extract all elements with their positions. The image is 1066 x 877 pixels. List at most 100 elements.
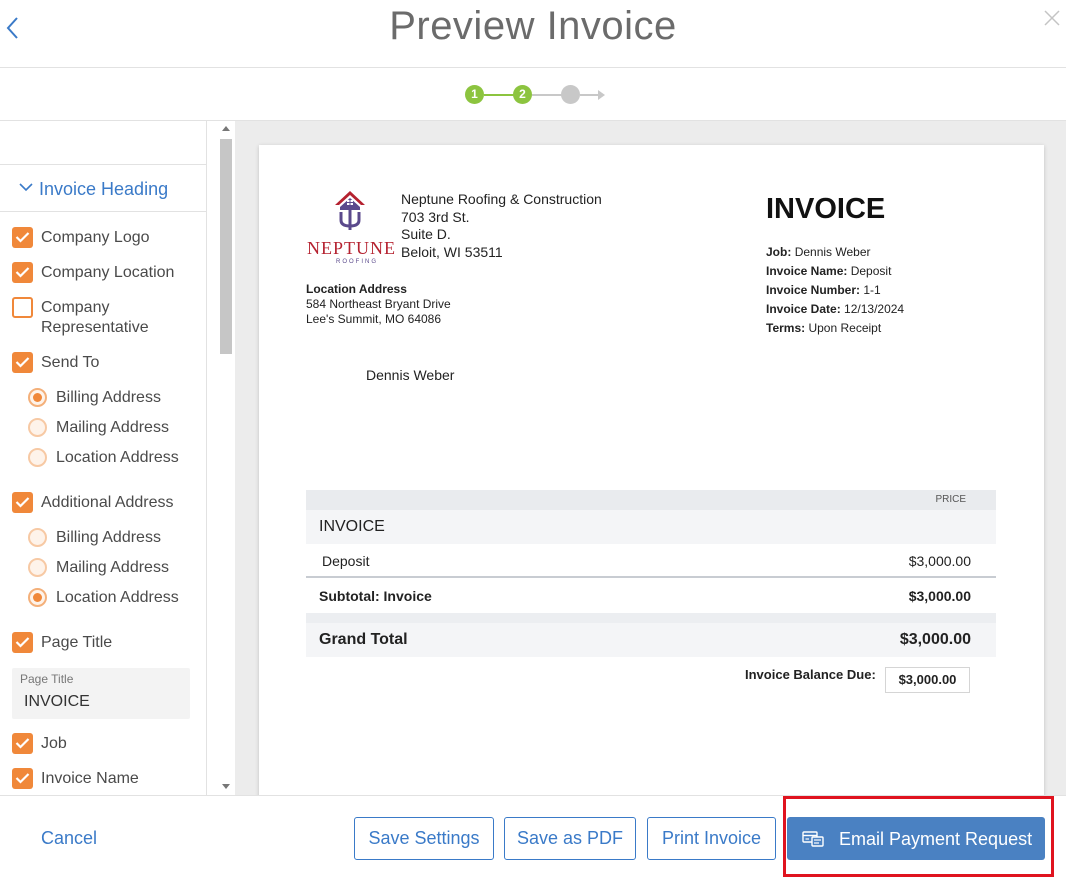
company-logo: NEPTUNE ROOFING	[306, 190, 396, 265]
payment-card-icon	[802, 831, 824, 847]
checkbox-checked[interactable]	[12, 227, 33, 248]
scrollbar-thumb[interactable]	[220, 139, 232, 354]
radio-selected[interactable]	[28, 388, 47, 407]
save-as-pdf-button[interactable]: Save as PDF	[504, 817, 636, 860]
location-address-label: Location Address	[306, 282, 407, 296]
print-invoice-button[interactable]: Print Invoice	[647, 817, 776, 860]
radio-unselected[interactable]	[28, 418, 47, 437]
company-name: Neptune Roofing & Construction	[401, 191, 602, 207]
logo-wordmark: NEPTUNE	[307, 238, 396, 258]
scroll-down-arrow-icon[interactable]	[222, 784, 230, 789]
option-label: Company Location	[41, 264, 175, 281]
location-address-line: 584 Northeast Bryant Drive	[306, 297, 451, 311]
meta-invoice-number: Invoice Number: 1-1	[766, 283, 881, 297]
grand-total-label: Grand Total	[319, 631, 408, 648]
step-2: 2	[513, 85, 532, 104]
section-header-invoice-heading[interactable]: Invoice Heading	[0, 164, 206, 212]
page-title-field[interactable]: Page Title	[12, 668, 190, 719]
check-icon	[15, 357, 30, 368]
location-address-block: Location Address 584 Northeast Bryant Dr…	[306, 282, 451, 327]
save-settings-button[interactable]: Save Settings	[354, 817, 494, 860]
company-address-line: Suite D.	[401, 226, 451, 242]
option-label: Company Logo	[41, 229, 150, 246]
radio-selected[interactable]	[28, 588, 47, 607]
page-title-input[interactable]	[24, 693, 174, 711]
checkbox-checked[interactable]	[12, 768, 33, 789]
subtotal-row: Subtotal: Invoice $3,000.00	[306, 579, 996, 613]
balance-due-value: $3,000.00	[885, 667, 970, 693]
check-icon	[15, 738, 30, 749]
radio-label: Billing Address	[56, 389, 161, 406]
radio-label: Mailing Address	[56, 419, 169, 436]
section-header-label: Invoice Heading	[39, 179, 169, 199]
check-icon	[15, 497, 30, 508]
check-icon	[15, 267, 30, 278]
step-connector	[484, 94, 514, 96]
page-title: Preview Invoice	[389, 4, 677, 48]
option-label: Invoice Name	[41, 770, 139, 787]
checkbox-checked[interactable]	[12, 632, 33, 653]
arrow-right-icon	[598, 90, 605, 100]
balance-due-label: Invoice Balance Due:	[745, 667, 876, 682]
cancel-button[interactable]: Cancel	[41, 828, 97, 849]
dialog-header: Preview Invoice	[0, 0, 1066, 68]
location-address-line: Lee's Summit, MO 64086	[306, 312, 442, 326]
radio-unselected[interactable]	[28, 558, 47, 577]
settings-scrollbar[interactable]	[218, 121, 235, 795]
checkbox-checked[interactable]	[12, 262, 33, 283]
scroll-up-arrow-icon[interactable]	[222, 126, 230, 131]
line-items-header: PRICE	[306, 490, 996, 510]
neptune-house-logo-icon	[335, 191, 365, 230]
option-label: Job	[41, 735, 67, 752]
option-label: Send To	[41, 354, 100, 371]
subtotal-label: Subtotal: Invoice	[319, 588, 432, 604]
preview-invoice-dialog: Preview Invoice 1 2 Invoice Heading Comp…	[0, 0, 1066, 877]
checkbox-checked[interactable]	[12, 352, 33, 373]
item-name: Deposit	[322, 553, 370, 569]
checkbox-checked[interactable]	[12, 492, 33, 513]
option-label: Page Title	[41, 634, 113, 651]
section-name: INVOICE	[319, 518, 385, 535]
email-payment-request-label: Email Payment Request	[839, 829, 1033, 849]
checkbox-checked[interactable]	[12, 733, 33, 754]
chevron-down-icon	[19, 183, 33, 192]
meta-invoice-date: Invoice Date: 12/13/2024	[766, 302, 905, 316]
option-label: Additional Address	[41, 494, 174, 511]
invoice-meta: Job: Dennis Weber Invoice Name: Deposit …	[766, 243, 904, 338]
meta-job: Job: Dennis Weber	[766, 245, 871, 259]
close-button[interactable]	[1042, 8, 1062, 28]
check-icon	[15, 232, 30, 243]
check-icon	[15, 773, 30, 784]
row-divider	[306, 613, 996, 623]
price-column-header: PRICE	[935, 494, 966, 505]
company-address-line: Beloit, WI 53511	[401, 243, 503, 260]
step-connector	[532, 94, 562, 96]
dialog-footer: Cancel Save Settings Save as PDF Print I…	[0, 795, 1066, 877]
radio-label: Mailing Address	[56, 559, 169, 576]
radio-unselected[interactable]	[28, 448, 47, 467]
progress-stepper: 1 2	[0, 68, 1066, 121]
invoice-preview-area: NEPTUNE ROOFING Neptune Roofing & Constr…	[235, 121, 1066, 795]
email-payment-request-button[interactable]: Email Payment Request	[787, 817, 1045, 860]
radio-label: Location Address	[56, 589, 179, 606]
meta-terms: Terms: Upon Receipt	[766, 321, 882, 335]
page-title-field-label: Page Title	[20, 672, 74, 686]
check-icon	[15, 637, 30, 648]
table-row: Deposit $3,000.00	[306, 544, 996, 578]
option-label: Company Representative	[41, 299, 149, 336]
checkbox-unchecked[interactable]	[12, 297, 33, 318]
company-address: Neptune Roofing & Construction 703 3rd S…	[401, 191, 602, 261]
invoice-document: NEPTUNE ROOFING Neptune Roofing & Constr…	[259, 145, 1044, 795]
item-price: $3,000.00	[908, 553, 971, 569]
subtotal-value: $3,000.00	[908, 588, 971, 604]
line-items-section-row: INVOICE	[306, 510, 996, 544]
step-connector	[580, 94, 600, 96]
radio-unselected[interactable]	[28, 528, 47, 547]
company-address-line: 703 3rd St.	[401, 208, 470, 225]
grand-total-row: Grand Total $3,000.00	[306, 623, 996, 657]
radio-label: Location Address	[56, 449, 179, 466]
close-icon	[1044, 10, 1060, 26]
grand-total-value: $3,000.00	[899, 631, 971, 648]
step-1: 1	[465, 85, 484, 104]
recipient-name: Dennis Weber	[366, 367, 455, 383]
